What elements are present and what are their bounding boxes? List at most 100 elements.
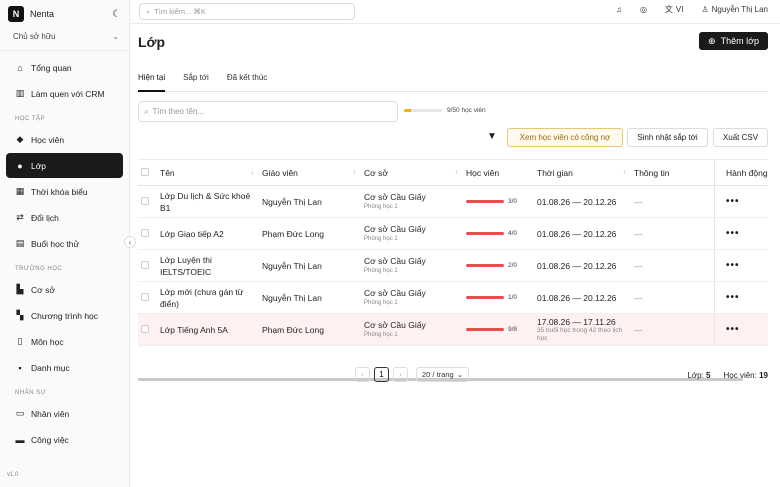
info-cell: — (634, 228, 643, 239)
more-actions-icon[interactable]: ••• (726, 196, 740, 207)
filter-icon[interactable]: ▼ (487, 131, 497, 142)
page-size-select[interactable]: 20 / trang ⌄ (416, 367, 469, 382)
class-name[interactable]: Lớp Tiếng Anh 5A (158, 324, 260, 336)
sidebar-item-subjects[interactable]: ▯ Môn học (6, 329, 123, 354)
class-name[interactable]: Lớp Luyện thi IELTS/TOEIC (158, 254, 260, 278)
table-row[interactable]: Lớp Luyện thi IELTS/TOEIC Nguyễn Thị Lan C… (138, 250, 768, 282)
class-name[interactable]: Lớp mới (chưa gán từ điển) (158, 286, 260, 310)
search-icon: ⌕ (146, 6, 151, 16)
export-csv-button[interactable]: Xuất CSV (713, 128, 768, 147)
sidebar-item-overview[interactable]: ⌂ Tổng quan (6, 55, 123, 80)
bell-icon[interactable]: ♫ (616, 5, 622, 14)
total-students-label: Học viên: (723, 371, 757, 380)
header-base[interactable]: Cơ sở ↓ (362, 168, 464, 178)
header-teacher[interactable]: Giáo viên ↓ (260, 168, 362, 178)
brand[interactable]: N Nenta ☾ (0, 0, 129, 28)
row-checkbox[interactable] (141, 292, 149, 301)
header-teacher-label: Giáo viên (262, 167, 298, 178)
class-name[interactable]: Lớp Giao tiếp A2 (158, 228, 260, 240)
name-search-input[interactable]: ⌕ Tìm theo tên... (138, 101, 398, 122)
class-name[interactable]: Lớp Du lịch & Sức khoẻ B1 (158, 190, 260, 214)
calendar-icon: ▦ (15, 186, 25, 196)
base-name: Cơ sở Cầu Giấy (364, 223, 426, 234)
room-name: Phòng học 1 (364, 331, 398, 338)
book-icon: ▯ (17, 336, 23, 346)
students-bar-fill (466, 328, 504, 331)
more-actions-icon[interactable]: ••• (726, 260, 740, 271)
prev-page-button[interactable]: ‹ (355, 367, 370, 382)
more-actions-icon[interactable]: ••• (726, 228, 740, 239)
sort-icon: ↓ (250, 168, 255, 176)
tab-current[interactable]: Hiện tại (138, 70, 166, 92)
sidebar-item-crm[interactable]: ▥ Làm quen với CRM (6, 81, 123, 106)
headset-icon[interactable]: ◎ (640, 5, 647, 14)
page-title: Lớp (138, 34, 166, 50)
header-base-label: Cơ sở (364, 167, 388, 178)
table-row[interactable]: Lớp Giao tiếp A2 Phạm Đức Long Cơ sở Cầu G… (138, 218, 768, 250)
id-card-icon: ▭ (15, 408, 25, 418)
sidebar-item-label: Làm quen với CRM (31, 88, 105, 99)
students-cell: 9/8 (464, 326, 535, 333)
time-cell: 01.08.26 — 20.12.26 (535, 229, 632, 239)
total-classes-label: Lớp: (687, 371, 704, 380)
sidebar-item-label: Tổng quan (31, 62, 72, 73)
students-bar (466, 296, 504, 299)
table-row[interactable]: Lớp Tiếng Anh 5A Phạm Đức Long Cơ sở Cầu G… (138, 314, 768, 346)
action-row: ▼ Xem học viên có công nợ Sinh nhật sắp … (130, 128, 780, 148)
sidebar-item-reschedule[interactable]: ⇄ Đổi lịch (6, 205, 123, 230)
tab-ended[interactable]: Đã kết thúc (227, 70, 267, 92)
teacher-name: Phạm Đức Long (262, 324, 324, 335)
debt-students-button[interactable]: Xem học viên có công nợ (507, 128, 623, 147)
more-actions-icon[interactable]: ••• (726, 324, 740, 335)
header-name[interactable]: Tên ↓ (158, 167, 260, 179)
sidebar-item-programs[interactable]: ▚ Chương trình học (6, 303, 123, 328)
global-search-input[interactable]: ⌕ Tìm kiếm... ⌘K (139, 3, 355, 20)
add-class-button[interactable]: ⊕ Thêm lớp (699, 32, 768, 50)
translate-icon: 文 (664, 5, 673, 14)
sidebar-item-staff[interactable]: ▭ Nhân viên (6, 401, 123, 426)
header-time-label: Thời gian (537, 167, 573, 178)
students-count: 2/0 (508, 262, 518, 269)
students-bar (466, 328, 504, 331)
row-checkbox[interactable] (141, 260, 149, 269)
totals: Lớp: 5 Học viên: 19 (687, 371, 768, 380)
chart-icon: ▥ (15, 88, 25, 98)
brand-logo: N (8, 6, 24, 22)
sidebar-item-students[interactable]: ◆ Học viên (6, 127, 123, 152)
table-row[interactable]: Lớp mới (chưa gán từ điển) Nguyễn Thị Lan… (138, 282, 768, 314)
students-count: 4/0 (508, 230, 518, 237)
select-all-checkbox[interactable] (141, 167, 149, 176)
table-row[interactable]: Lớp Du lịch & Sức khoẻ B1 Nguyễn Thị Lan C… (138, 186, 768, 218)
sidebar-item-classes[interactable]: ● Lớp (6, 153, 123, 178)
base-name: Cơ sở Cầu Giấy (364, 319, 426, 330)
book-open-icon: ▚ (16, 310, 24, 320)
sidebar-item-timetable[interactable]: ▦ Thời khóa biểu (6, 179, 123, 204)
sidebar-item-categories[interactable]: ▪ Danh mục (6, 355, 123, 380)
row-checkbox[interactable] (141, 196, 149, 205)
header-time[interactable]: Thời gian ↓ (535, 168, 632, 178)
time-cell: 01.08.26 — 20.12.26 (535, 197, 632, 207)
info-cell: — (634, 324, 643, 335)
more-actions-icon[interactable]: ••• (726, 292, 740, 303)
sidebar-item-tasks[interactable]: ▬ Công việc (6, 427, 123, 452)
sidebar-item-label: Chương trình học (31, 310, 99, 321)
plus-circle-icon: ⊕ (708, 35, 716, 46)
row-checkbox[interactable] (141, 324, 149, 333)
tab-upcoming[interactable]: Sắp tới (183, 70, 209, 92)
user-menu[interactable]: ♙ Nguyễn Thị Lan (701, 5, 768, 14)
moon-icon[interactable]: ☾ (112, 9, 121, 20)
role-select[interactable]: Chủ sở hữu ⌄ (0, 28, 129, 44)
row-checkbox[interactable] (141, 228, 149, 237)
sidebar-item-trial[interactable]: ▤ Buổi học thử (6, 231, 123, 256)
room-name: Phòng học 1 (364, 235, 398, 242)
next-page-button[interactable]: › (393, 367, 408, 382)
time-cell: 17.08.26 — 17.11.26 35 buổi học trong 42 … (535, 317, 632, 343)
upcoming-birthdays-button[interactable]: Sinh nhật sắp tới (627, 128, 708, 147)
page-button[interactable]: 1 (374, 367, 389, 382)
graduation-cap-icon: ◆ (16, 134, 24, 144)
language-switch[interactable]: 文 VI (665, 4, 684, 15)
students-cell: 2/0 (464, 262, 535, 269)
home-icon: ⌂ (17, 62, 23, 73)
user-icon: ♙ (701, 5, 709, 14)
sidebar-item-branches[interactable]: ▙ Cơ sở (6, 277, 123, 302)
